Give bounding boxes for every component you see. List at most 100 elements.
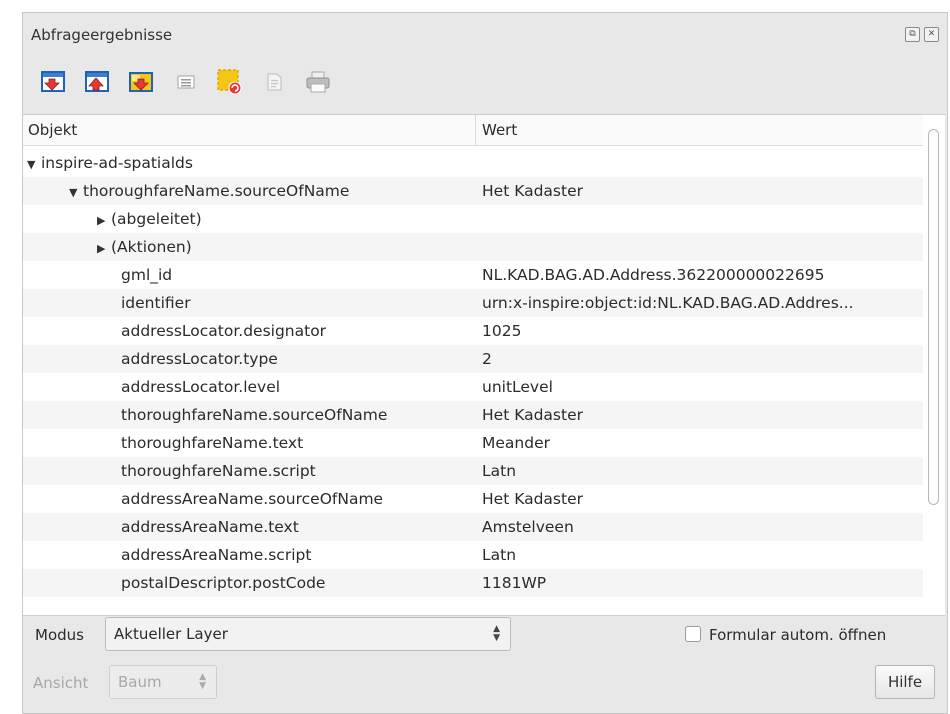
tree-row-key: addressLocator.level (121, 373, 280, 401)
tree-row-value: 1025 (482, 322, 522, 340)
results-tree[interactable]: Objekt Wert ▼ inspire-ad-spatialds ▼ thorou… (23, 114, 945, 616)
tree-row-key-text: thoroughfareName.text (121, 434, 304, 452)
tree-row-key: thoroughfareName.sourceOfName (121, 401, 387, 429)
tree-row-key-text: addressLocator.type (121, 350, 278, 368)
tree-row-key: thoroughfareName.script (121, 457, 316, 485)
tree-row[interactable]: thoroughfareName.sourceOfName Het Kadaste… (23, 401, 923, 429)
tree-vertical-scrollbar[interactable] (925, 115, 943, 615)
tree-row-key-text: postalDescriptor.postCode (121, 574, 326, 592)
tree-row[interactable]: postalDescriptor.postCode 1181WP (23, 569, 923, 597)
tree-row-key: ▶ (abgeleitet) (97, 205, 202, 235)
expand-new-results-icon (129, 72, 153, 92)
copy-feature-icon (267, 73, 282, 91)
tree-row-key-text: (abgeleitet) (111, 210, 202, 228)
print-button[interactable] (301, 65, 335, 99)
tree-row[interactable]: addressLocator.type 2 (23, 345, 923, 373)
tree-row-value: Latn (482, 462, 517, 480)
collapse-arrow-icon[interactable]: ▼ (69, 179, 83, 207)
clear-results-button[interactable] (213, 65, 247, 99)
mode-select-value: Aktueller Layer (114, 625, 228, 643)
tree-row[interactable]: thoroughfareName.text Meander (23, 429, 923, 457)
identify-results-panel: Abfrageergebnisse ⧉ ✕ Objekt Wert ▼ insp… (22, 12, 948, 714)
tree-row[interactable]: addressAreaName.sourceOfName Het Kadaster (23, 485, 923, 513)
tree-row-value: 1181WP (482, 574, 547, 592)
tree-row-key: ▼ inspire-ad-spatialds (27, 149, 193, 179)
close-panel-icon[interactable]: ✕ (924, 27, 939, 42)
tree-row-value: NL.KAD.BAG.AD.Address.362200000022695 (482, 266, 825, 284)
tree-row[interactable]: ▼ thoroughfareName.sourceOfName Het Kadast… (23, 177, 923, 205)
panel-titlebar: Abfrageergebnisse ⧉ ✕ (31, 23, 939, 47)
copy-feature-button[interactable] (257, 65, 291, 99)
tree-row-key: addressAreaName.script (121, 541, 311, 569)
open-form-icon (177, 75, 195, 89)
tree-row-value: Meander (482, 434, 550, 452)
results-toolbar (37, 65, 345, 99)
tree-row-value: Het Kadaster (482, 406, 583, 424)
tree-row[interactable]: addressLocator.designator 1025 (23, 317, 923, 345)
tree-row-value: Amstelveen (482, 518, 574, 536)
tree-row-key: thoroughfareName.text (121, 429, 303, 457)
print-icon (306, 71, 330, 93)
view-select-value: Baum (118, 673, 162, 691)
tree-row-key-text: addressLocator.level (121, 378, 281, 396)
clear-results-icon (217, 69, 242, 95)
tree-row[interactable]: ▶ (Aktionen) (23, 233, 923, 261)
tree-row-key: addressLocator.designator (121, 317, 326, 345)
tree-row[interactable]: addressLocator.level unitLevel (23, 373, 923, 401)
tree-row-key-text: (Aktionen) (111, 238, 192, 256)
column-header-object[interactable]: Objekt (28, 121, 77, 139)
tree-row-key-text: thoroughfareName.sourceOfName (83, 182, 350, 200)
tree-row-key-text: identifier (121, 294, 191, 312)
view-label: Ansicht (33, 674, 89, 692)
tree-row-key: postalDescriptor.postCode (121, 569, 325, 597)
open-form-button[interactable] (169, 65, 203, 99)
tree-row-key: ▼ thoroughfareName.sourceOfName (69, 177, 349, 207)
tree-row-key-text: thoroughfareName.sourceOfName (121, 406, 388, 424)
tree-row-value: Het Kadaster (482, 182, 583, 200)
tree-row-key-text: gml_id (121, 266, 173, 284)
tree-row-key-text: addressAreaName.sourceOfName (121, 490, 384, 508)
tree-row[interactable]: identifier urn:x-inspire:object:id:NL.KAD… (23, 289, 923, 317)
select-spinner-icon: ▲ ▼ (199, 672, 206, 691)
tree-row[interactable]: gml_id NL.KAD.BAG.AD.Address.362200000022… (23, 261, 923, 289)
tree-header: Objekt Wert (23, 115, 923, 146)
help-button[interactable]: Hilfe (875, 665, 935, 699)
expand-new-results-button[interactable] (125, 65, 159, 99)
tree-row[interactable]: ▼ inspire-ad-spatialds (23, 149, 923, 177)
tree-row-value: 2 (482, 350, 492, 368)
column-header-value[interactable]: Wert (482, 121, 517, 139)
collapse-tree-icon (85, 71, 109, 92)
tree-row[interactable]: thoroughfareName.script Latn (23, 457, 923, 485)
tree-row-key-text: inspire-ad-spatialds (41, 154, 193, 172)
tree-row[interactable]: addressAreaName.text Amstelveen (23, 513, 923, 541)
expand-tree-icon (41, 71, 65, 92)
tree-row-key: addressAreaName.sourceOfName (121, 485, 383, 513)
tree-rows: ▼ inspire-ad-spatialds ▼ thoroughfareName.s… (23, 149, 923, 597)
tree-row-value: Het Kadaster (482, 490, 583, 508)
tree-row-value: unitLevel (482, 378, 553, 396)
expand-arrow-icon[interactable]: ▶ (97, 207, 111, 235)
auto-open-form-label[interactable]: Formular autom. öffnen (709, 626, 886, 644)
tree-row-key-text: thoroughfareName.script (121, 462, 316, 480)
tree-row-value: Latn (482, 546, 517, 564)
float-panel-icon[interactable]: ⧉ (905, 27, 920, 42)
scrollbar-thumb[interactable] (928, 129, 939, 505)
tree-row-key: addressAreaName.text (121, 513, 299, 541)
panel-title: Abfrageergebnisse (31, 26, 173, 44)
expand-arrow-icon[interactable]: ▶ (97, 235, 111, 263)
view-select[interactable]: Baum ▲ ▼ (109, 665, 217, 699)
collapse-tree-button[interactable] (81, 65, 115, 99)
tree-row[interactable]: addressAreaName.script Latn (23, 541, 923, 569)
collapse-arrow-icon[interactable]: ▼ (27, 151, 41, 179)
tree-row-key: identifier (121, 289, 191, 317)
tree-row-key-text: addressLocator.designator (121, 322, 327, 340)
tree-row[interactable]: ▶ (abgeleitet) (23, 205, 923, 233)
tree-row-key: gml_id (121, 261, 172, 289)
tree-row-value: urn:x-inspire:object:id:NL.KAD.BAG.AD.Ad… (482, 294, 854, 312)
select-spinner-icon: ▲ ▼ (493, 624, 500, 643)
expand-tree-button[interactable] (37, 65, 71, 99)
mode-select[interactable]: Aktueller Layer ▲ ▼ (105, 617, 511, 651)
auto-open-form-checkbox[interactable] (685, 626, 701, 642)
tree-row-key: ▶ (Aktionen) (97, 233, 192, 263)
mode-label: Modus (35, 626, 84, 644)
